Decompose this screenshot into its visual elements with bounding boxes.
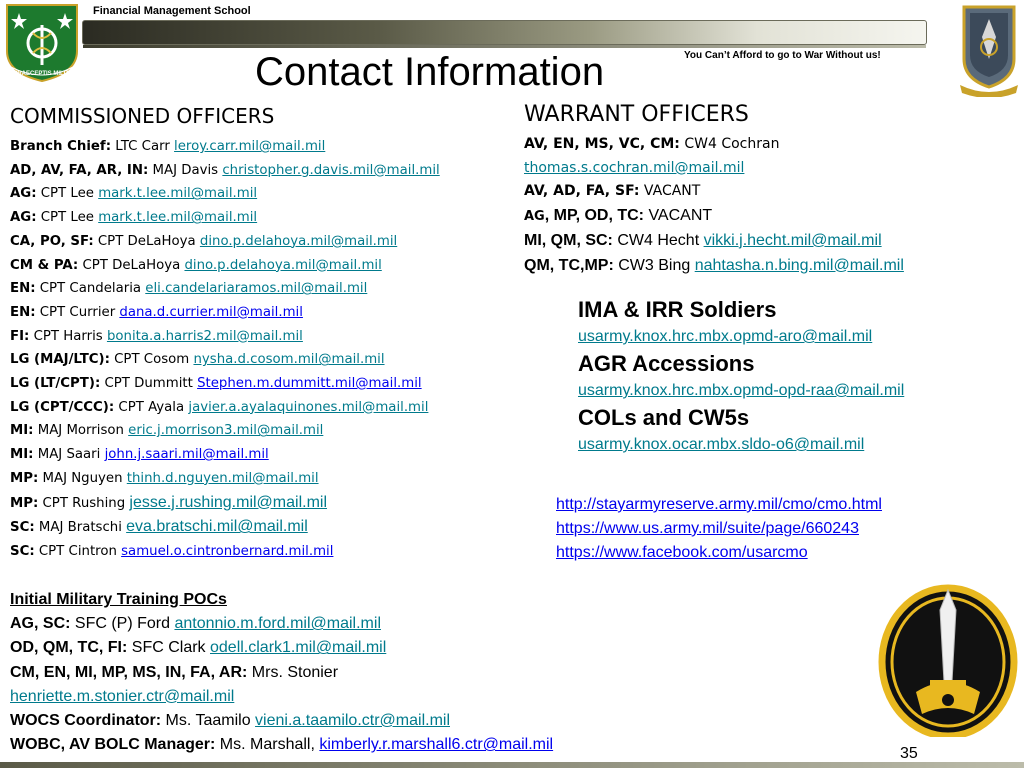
imt-email-link[interactable]: odell.clark1.mil@mail.mil [210, 639, 386, 656]
warrant-row: AV, AD, FA, SF: VACANT [524, 183, 701, 200]
imt-row: henriette.m.stonier.ctr@mail.mil [10, 685, 710, 709]
officer-email-link[interactable]: eric.j.morrison3.mil@mail.mil [128, 423, 323, 438]
officer-row: CM & PA: CPT DeLaHoya dino.p.delahoya.mi… [10, 257, 382, 273]
officer-email-link[interactable]: Stephen.m.dummitt.mil@mail.mil [197, 376, 422, 391]
imt-email-link[interactable]: antonnio.m.ford.mil@mail.mil [174, 615, 381, 632]
footer-bar [0, 762, 1024, 768]
officer-email-link[interactable]: nysha.d.cosom.mil@mail.mil [193, 352, 384, 367]
officer-row: MP: MAJ Nguyen thinh.d.nguyen.mil@mail.m… [10, 470, 319, 486]
page-title: Contact Information [255, 50, 605, 94]
mailbox-email-link[interactable]: usarmy.knox.hrc.mbx.opmd-opd-raa@mail.mi… [578, 382, 904, 399]
officer-email-link[interactable]: thinh.d.nguyen.mil@mail.mil [127, 471, 319, 486]
officer-email-link[interactable]: eva.bratschi.mil@mail.mil [126, 518, 308, 535]
officer-row: MI: MAJ Morrison eric.j.morrison3.mil@ma… [10, 423, 324, 439]
officer-row: LG (MAJ/LTC): CPT Cosom nysha.d.cosom.mi… [10, 352, 385, 368]
mailbox-section: IMA & IRR Soldiers usarmy.knox.hrc.mbx.o… [578, 297, 904, 459]
officer-email-link[interactable]: christopher.g.davis.mil@mail.mil [222, 163, 439, 178]
officer-email-link[interactable]: leroy.carr.mil@mail.mil [174, 139, 325, 154]
sword-shield-patch-icon [878, 584, 1018, 737]
mailbox-email-link[interactable]: usarmy.knox.ocar.mbx.sldo-o6@mail.mil [578, 436, 864, 453]
officer-email-link[interactable]: dino.p.delahoya.mil@mail.mil [200, 234, 397, 249]
imt-section: Initial Military Training POCs AG, SC: S… [10, 588, 710, 757]
mailbox-heading: AGR Accessions [578, 351, 755, 376]
officer-row: AG: CPT Lee mark.t.lee.mil@mail.mil [10, 210, 258, 226]
imt-row: OD, QM, TC, FI: SFC Clark odell.clark1.m… [10, 639, 387, 657]
officer-row: LG (CPT/CCC): CPT Ayala javier.a.ayalaqu… [10, 399, 429, 415]
officer-row: SC: CPT Cintron samuel.o.cintronbernard.… [10, 543, 334, 559]
officer-email-link[interactable]: mark.t.lee.mil@mail.mil [98, 210, 257, 225]
imt-email-link[interactable]: henriette.m.stonier.ctr@mail.mil [10, 688, 234, 705]
imt-row: CM, EN, MI, MP, MS, IN, FA, AR: Mrs. Sto… [10, 663, 339, 681]
warrant-row: MI, QM, SC: CW4 Hecht vikki.j.hecht.mil@… [524, 231, 882, 249]
warrant-officers-list: AV, EN, MS, VC, CM: CW4 Cochran thomas.s… [524, 133, 904, 278]
slogan: You Can’t Afford to go to War Without us… [684, 50, 881, 61]
officer-email-link[interactable]: eli.candelariaramos.mil@mail.mil [145, 281, 367, 296]
imt-title: Initial Military Training POCs [10, 591, 227, 608]
officer-email-link[interactable]: dino.p.delahoya.mil@mail.mil [184, 258, 381, 273]
officer-email-link[interactable]: dana.d.currier.mil@mail.mil [119, 305, 303, 320]
warrant-row: thomas.s.cochran.mil@mail.mil [524, 157, 904, 181]
web-link[interactable]: https://www.facebook.com/usarcmo [556, 544, 808, 561]
officer-row: LG (LT/CPT): CPT Dummitt Stephen.m.dummi… [10, 376, 422, 392]
warrant-row: AV, EN, MS, VC, CM: CW4 Cochran [524, 136, 780, 152]
imt-email-link[interactable]: vieni.a.taamilo.ctr@mail.mil [255, 712, 450, 729]
officer-row: CA, PO, SF: CPT DeLaHoya dino.p.delahoya… [10, 233, 398, 249]
officer-row: FI: CPT Harris bonita.a.harris2.mil@mail… [10, 328, 303, 344]
officer-row: MI: MAJ Saari john.j.saari.mil@mail.mil [10, 447, 269, 463]
warrant-email-link[interactable]: thomas.s.cochran.mil@mail.mil [524, 160, 744, 176]
warrant-officers-heading: WARRANT OFFICERS [524, 102, 749, 127]
officer-row: SC: MAJ Bratschi eva.bratschi.mil@mail.m… [10, 518, 308, 536]
mailbox-heading: IMA & IRR Soldiers [578, 297, 777, 322]
officer-email-link[interactable]: mark.t.lee.mil@mail.mil [98, 186, 257, 201]
officer-row: EN: CPT Candelaria eli.candelariaramos.m… [10, 281, 368, 297]
officer-email-link[interactable]: javier.a.ayalaquinones.mil@mail.mil [188, 400, 428, 415]
warrant-row: QM, TC,MP: CW3 Bing nahtasha.n.bing.mil@… [524, 256, 904, 274]
page-number: 35 [900, 745, 918, 762]
warrant-row: AG, MP, OD, TC: VACANT [524, 207, 713, 225]
officer-row: Branch Chief: LTC Carr leroy.carr.mil@ma… [10, 139, 326, 154]
warrant-email-link[interactable]: nahtasha.n.bing.mil@mail.mil [695, 257, 904, 274]
officer-email-link[interactable]: bonita.a.harris2.mil@mail.mil [107, 329, 303, 344]
imt-row: WOCS Coordinator: Ms. Taamilo vieni.a.ta… [10, 712, 450, 730]
mailbox-heading: COLs and CW5s [578, 405, 750, 430]
header-bar [82, 20, 927, 48]
officer-email-link[interactable]: john.j.saari.mil@mail.mil [105, 447, 269, 462]
regimental-crest-icon [960, 5, 1018, 97]
imt-row: WOBC, AV BOLC Manager: Ms. Marshall, kim… [10, 736, 554, 754]
officer-email-link[interactable]: samuel.o.cintronbernard.mil.mil [121, 544, 333, 559]
financial-school-emblem-icon: PRAECEPTIS MILITI [6, 4, 78, 83]
web-link[interactable]: http://stayarmyreserve.army.mil/cmo/cmo.… [556, 496, 882, 513]
web-link[interactable]: https://www.us.army.mil/suite/page/66024… [556, 520, 859, 537]
officer-row: AG: CPT Lee mark.t.lee.mil@mail.mil [10, 186, 258, 202]
imt-email-link[interactable]: kimberly.r.marshall6.ctr@mail.mil [319, 736, 553, 753]
warrant-email-link[interactable]: vikki.j.hecht.mil@mail.mil [704, 232, 882, 249]
imt-row: AG, SC: SFC (P) Ford antonnio.m.ford.mil… [10, 615, 381, 633]
officer-email-link[interactable]: jesse.j.rushing.mil@mail.mil [129, 494, 327, 511]
mailbox-email-link[interactable]: usarmy.knox.hrc.mbx.opmd-aro@mail.mil [578, 328, 872, 345]
svg-text:PRAECEPTIS MILITI: PRAECEPTIS MILITI [13, 71, 71, 77]
commissioned-officers-heading: COMMISSIONED OFFICERS [10, 104, 275, 128]
web-links: http://stayarmyreserve.army.mil/cmo/cmo.… [556, 493, 882, 565]
school-name: Financial Management School [93, 5, 251, 17]
officer-row: EN: CPT Currier dana.d.currier.mil@mail.… [10, 304, 303, 320]
officer-row: AD, AV, FA, AR, IN: MAJ Davis christophe… [10, 162, 440, 178]
commissioned-officers-list: Branch Chief: LTC Carr leroy.carr.mil@ma… [10, 135, 530, 564]
officer-row: MP: CPT Rushing jesse.j.rushing.mil@mail… [10, 493, 328, 511]
